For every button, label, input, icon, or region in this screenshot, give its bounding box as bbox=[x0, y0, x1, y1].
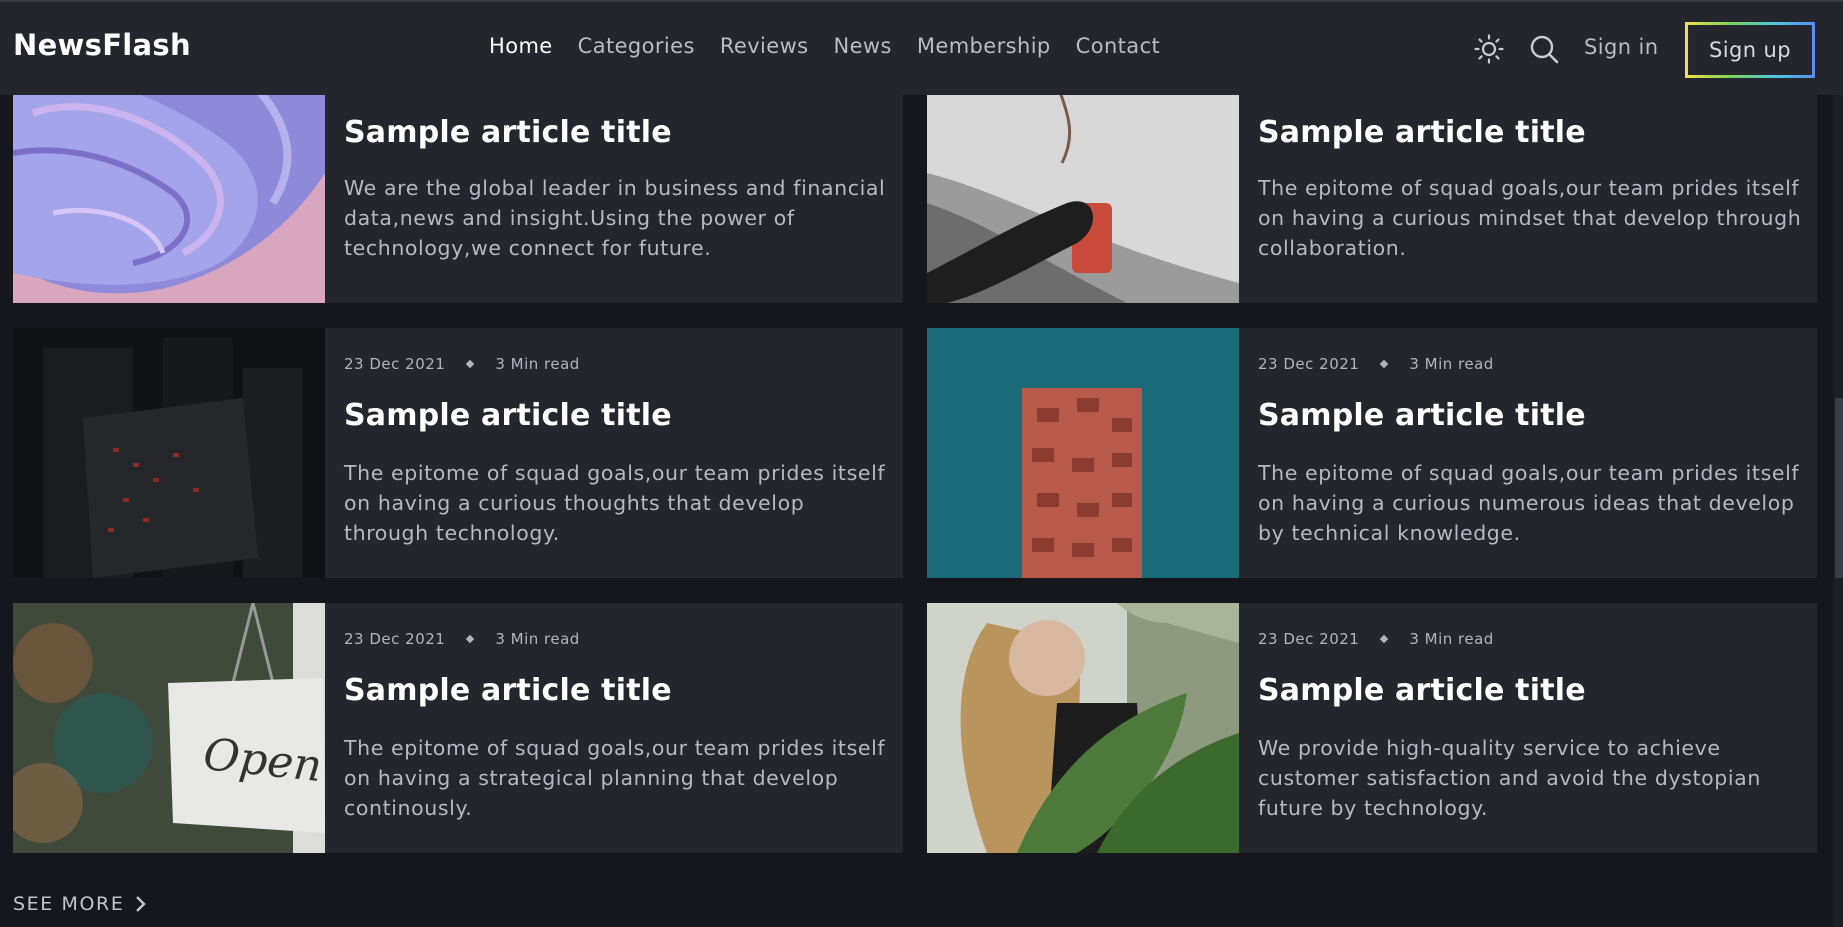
nav-categories[interactable]: Categories bbox=[578, 34, 695, 58]
nav-contact[interactable]: Contact bbox=[1076, 34, 1161, 58]
separator-dot-icon bbox=[466, 634, 475, 644]
article-image: Open bbox=[13, 603, 325, 853]
article-title[interactable]: Sample article title bbox=[344, 398, 672, 433]
scrollbar-thumb[interactable] bbox=[1835, 398, 1843, 578]
article-title[interactable]: Sample article title bbox=[1258, 115, 1586, 150]
nav-reviews[interactable]: Reviews bbox=[720, 34, 809, 58]
site-logo[interactable]: NewsFlash bbox=[13, 28, 191, 62]
article-image bbox=[927, 603, 1239, 853]
article-read-time: 3 Min read bbox=[1409, 355, 1494, 373]
article-description: The epitome of squad goals,our team prid… bbox=[1258, 176, 1802, 260]
chevron-right-icon bbox=[136, 896, 147, 912]
main-nav: Home Categories Reviews News Membership … bbox=[489, 34, 1185, 58]
article-meta: 23 Dec 2021 3 Min read bbox=[1258, 630, 1494, 648]
article-image bbox=[927, 328, 1239, 578]
article-title[interactable]: Sample article title bbox=[1258, 673, 1586, 708]
nav-news[interactable]: News bbox=[834, 34, 892, 58]
article-date: 23 Dec 2021 bbox=[344, 355, 446, 373]
see-more-label: SEE MORE bbox=[13, 893, 125, 915]
article-date: 23 Dec 2021 bbox=[344, 630, 446, 648]
nav-home[interactable]: Home bbox=[489, 34, 553, 58]
article-title[interactable]: Sample article title bbox=[1258, 398, 1586, 433]
separator-dot-icon bbox=[466, 359, 475, 369]
article-meta: 23 Dec 2021 3 Min read bbox=[344, 355, 580, 373]
site-header: NewsFlash Home Categories Reviews News M… bbox=[0, 2, 1843, 95]
article-date: 23 Dec 2021 bbox=[1258, 630, 1360, 648]
article-card[interactable]: 23 Dec 2021 3 Min read Sample article ti… bbox=[13, 328, 903, 578]
article-card[interactable]: 23 Dec 2021 3 Min read Sample article ti… bbox=[927, 603, 1817, 853]
see-more-link[interactable]: SEE MORE bbox=[13, 893, 147, 915]
sign-in-link[interactable]: Sign in bbox=[1584, 35, 1658, 59]
article-meta: 23 Dec 2021 3 Min read bbox=[344, 630, 580, 648]
article-description: We are the global leader in business and… bbox=[344, 176, 886, 260]
article-read-time: 3 Min read bbox=[495, 355, 580, 373]
article-title[interactable]: Sample article title bbox=[344, 115, 672, 150]
search-icon[interactable] bbox=[1528, 33, 1560, 65]
article-description: We provide high-quality service to achie… bbox=[1258, 736, 1761, 820]
article-meta: 23 Dec 2021 3 Min read bbox=[1258, 355, 1494, 373]
sun-icon[interactable] bbox=[1473, 33, 1505, 65]
article-title[interactable]: Sample article title bbox=[344, 673, 672, 708]
nav-membership[interactable]: Membership bbox=[917, 34, 1051, 58]
article-image bbox=[13, 328, 325, 578]
article-card[interactable]: Open 23 Dec 2021 3 Min read Sample artic… bbox=[13, 603, 903, 853]
article-card[interactable]: 23 Dec 2021 3 Min read Sample article ti… bbox=[927, 328, 1817, 578]
article-read-time: 3 Min read bbox=[495, 630, 580, 648]
sign-up-button[interactable]: Sign up bbox=[1685, 22, 1815, 78]
separator-dot-icon bbox=[1380, 359, 1389, 369]
article-read-time: 3 Min read bbox=[1409, 630, 1494, 648]
article-date: 23 Dec 2021 bbox=[1258, 355, 1360, 373]
article-description: The epitome of squad goals,our team prid… bbox=[344, 736, 886, 820]
article-description: The epitome of squad goals,our team prid… bbox=[344, 461, 886, 545]
article-description: The epitome of squad goals,our team prid… bbox=[1258, 461, 1800, 545]
separator-dot-icon bbox=[1380, 634, 1389, 644]
sign-up-label: Sign up bbox=[1688, 25, 1812, 75]
